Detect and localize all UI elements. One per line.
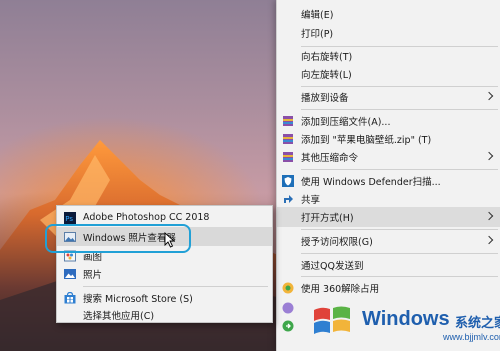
submenu-item-label: 搜索 Microsoft Store (S): [83, 293, 193, 305]
menu-item-label: 播放到设备: [301, 93, 349, 104]
mouse-cursor-icon: [164, 232, 176, 248]
menu-item-print[interactable]: 打印(P): [277, 23, 500, 43]
submenu-item-photos[interactable]: 照片: [57, 264, 272, 283]
menu-item-label: 向右旋转(T): [301, 52, 353, 63]
photoshop-icon: Ps: [64, 211, 76, 224]
watermark: Windows 系统之家 www.bjjmlv.com: [300, 292, 500, 351]
menu-item-open-with[interactable]: 打开方式(H): [277, 207, 500, 227]
chevron-right-icon: [484, 91, 494, 101]
share-icon: [284, 195, 293, 203]
menu-item-label: 编辑(E): [301, 10, 334, 21]
store-icon: [64, 291, 76, 303]
menu-item-other-compress[interactable]: 其他压缩命令: [277, 147, 500, 167]
menu-item-label: 添加到压缩文件(A)...: [301, 117, 391, 128]
submenu-separator: [83, 286, 268, 287]
menu-item-cast-to-device[interactable]: 播放到设备: [277, 87, 500, 107]
submenu-item-choose-other-app[interactable]: 选择其他应用(C): [57, 305, 272, 324]
green-arrow-icon: [282, 320, 294, 332]
menu-item-defender-scan[interactable]: 使用 Windows Defender扫描...: [277, 171, 500, 191]
menu-item-label: 授予访问权限(G): [301, 237, 373, 248]
menu-item-add-to-archive[interactable]: 添加到压缩文件(A)...: [277, 111, 500, 131]
menu-item-label: 打开方式(H): [301, 213, 354, 224]
menu-item-label: 向左旋转(L): [301, 70, 352, 81]
360-icon: [282, 282, 294, 294]
menu-item-rotate-left[interactable]: 向左旋转(L): [277, 64, 500, 84]
watermark-cn-text: 系统之家: [455, 316, 500, 331]
menu-item-grant-access[interactable]: 授予访问权限(G): [277, 231, 500, 251]
defender-shield-icon: [282, 175, 294, 187]
menu-item-add-to-zip[interactable]: 添加到 "苹果电脑壁纸.zip" (T): [277, 129, 500, 149]
windows-logo-icon: [314, 306, 350, 334]
chevron-right-icon: [484, 235, 494, 245]
submenu-item-label: Adobe Photoshop CC 2018: [83, 212, 210, 223]
menu-item-send-via-qq[interactable]: 通过QQ发送到: [277, 255, 500, 275]
menu-separator: [301, 169, 498, 170]
submenu-item-label: 照片: [83, 269, 103, 281]
chevron-right-icon: [484, 151, 494, 161]
menu-separator: [301, 229, 498, 230]
photos-icon: [64, 268, 76, 279]
menu-item-label: 使用 Windows Defender扫描...: [301, 177, 441, 188]
menu-separator: [301, 276, 498, 277]
archive-icon: [283, 134, 293, 144]
watermark-site: www.bjjmlv.com: [443, 332, 500, 342]
archive-icon: [283, 152, 293, 162]
menu-item-label: 其他压缩命令: [301, 153, 359, 164]
menu-item-label: 打印(P): [301, 29, 334, 40]
menu-separator: [301, 109, 498, 110]
menu-item-label: 通过QQ发送到: [301, 261, 364, 272]
menu-item-share[interactable]: 共享: [277, 189, 500, 209]
menu-item-edit[interactable]: 编辑(E): [277, 4, 500, 24]
submenu-item-label: 选择其他应用(C): [83, 310, 155, 322]
open-with-submenu: Ps Adobe Photoshop CC 2018 Windows 照片查看器…: [56, 205, 273, 323]
purple-circle-icon: [282, 302, 294, 314]
svg-text:Ps: Ps: [65, 215, 73, 223]
archive-icon: [283, 116, 293, 126]
menu-item-rotate-right[interactable]: 向右旋转(T): [277, 46, 500, 66]
menu-item-label: 共享: [301, 195, 321, 206]
chevron-right-icon: [484, 211, 494, 221]
menu-separator: [301, 253, 498, 254]
watermark-brand: Windows: [362, 308, 450, 330]
menu-item-label: 添加到 "苹果电脑壁纸.zip" (T): [301, 135, 432, 146]
